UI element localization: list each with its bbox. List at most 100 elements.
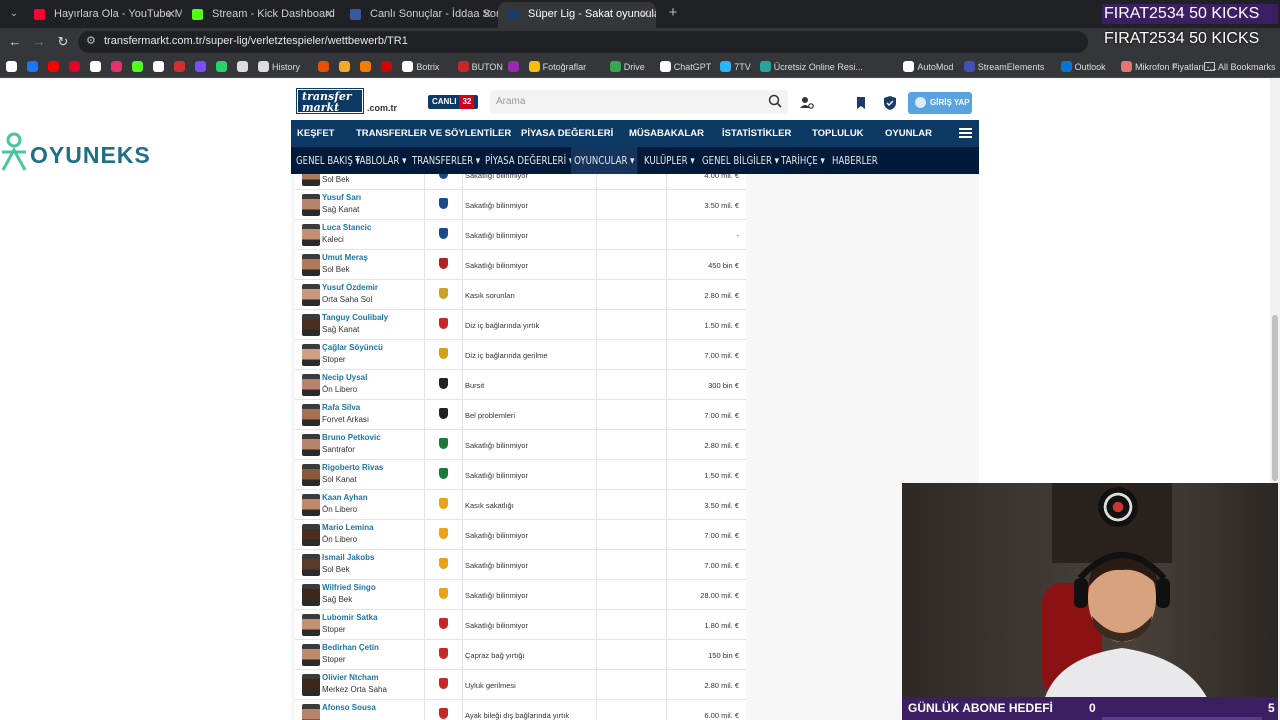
player-photo[interactable] bbox=[302, 224, 320, 246]
bookmark-item[interactable] bbox=[339, 60, 353, 74]
bookmark-item[interactable]: BUTON bbox=[457, 60, 503, 74]
club-crest-icon[interactable] bbox=[439, 258, 448, 269]
bookmark-item[interactable] bbox=[360, 60, 374, 74]
bookmark-item[interactable] bbox=[153, 60, 167, 74]
sub-nav-item[interactable]: GENEL BİLGİLER ▾ bbox=[702, 147, 779, 174]
main-nav-item[interactable]: PİYASA DEĞERLERİ bbox=[521, 120, 613, 147]
new-tab-button[interactable]: + bbox=[664, 4, 682, 22]
player-photo[interactable] bbox=[302, 584, 320, 606]
player-name-link[interactable]: Bedirhan Çetin bbox=[322, 643, 379, 652]
club-crest-icon[interactable] bbox=[439, 648, 448, 659]
live-scores-button[interactable]: CANLI 32 bbox=[428, 95, 479, 109]
search-icon[interactable] bbox=[768, 94, 782, 108]
main-nav-item[interactable]: KEŞFET bbox=[297, 120, 334, 147]
player-name-link[interactable]: Ismail Jakobs bbox=[322, 553, 374, 562]
player-photo[interactable] bbox=[302, 704, 320, 720]
player-photo[interactable] bbox=[302, 614, 320, 636]
player-photo[interactable] bbox=[302, 254, 320, 276]
sub-nav-item[interactable]: HABERLER bbox=[832, 147, 878, 174]
player-photo[interactable] bbox=[302, 174, 320, 186]
player-photo[interactable] bbox=[302, 464, 320, 486]
player-photo[interactable] bbox=[302, 434, 320, 456]
close-tab-icon[interactable]: ✕ bbox=[324, 2, 334, 26]
bookmark-item[interactable]: StreamElements bbox=[963, 60, 1044, 74]
menu-icon[interactable] bbox=[959, 128, 972, 138]
browser-tab[interactable]: Süper Lig - Sakat oyuncular | Transferma… bbox=[498, 2, 656, 28]
player-name-link[interactable]: Luca Stancic bbox=[322, 223, 371, 232]
bookmark-item[interactable]: Drive bbox=[609, 60, 645, 74]
user-search-icon[interactable] bbox=[799, 95, 815, 111]
browser-tab[interactable]: Canlı Sonuçlar - İddaa Sonuçları✕ bbox=[340, 2, 498, 28]
back-button[interactable]: ← bbox=[6, 33, 24, 51]
club-crest-icon[interactable] bbox=[439, 498, 448, 509]
bookmark-item[interactable] bbox=[195, 60, 209, 74]
main-nav-item[interactable]: OYUNLAR bbox=[885, 120, 932, 147]
player-photo[interactable] bbox=[302, 284, 320, 306]
main-nav-item[interactable]: MÜSABAKALAR bbox=[629, 120, 704, 147]
bookmark-item[interactable] bbox=[174, 60, 188, 74]
all-bookmarks-button[interactable]: All Bookmarks bbox=[1204, 60, 1276, 74]
bookmark-item[interactable]: AutoMod bbox=[903, 60, 953, 74]
player-photo[interactable] bbox=[302, 404, 320, 426]
audio-icon[interactable]: ♪ bbox=[155, 2, 160, 26]
player-name-link[interactable]: Tanguy Coulibaly bbox=[322, 313, 388, 322]
sub-nav-item[interactable]: TARİHÇE ▾ bbox=[781, 147, 825, 174]
player-photo[interactable] bbox=[302, 554, 320, 576]
player-photo[interactable] bbox=[302, 674, 320, 696]
club-crest-icon[interactable] bbox=[439, 228, 448, 239]
player-name-link[interactable]: Mario Lemina bbox=[322, 523, 374, 532]
player-photo[interactable] bbox=[302, 494, 320, 516]
bookmark-item[interactable] bbox=[318, 60, 332, 74]
player-photo[interactable] bbox=[302, 194, 320, 216]
tab-search-button[interactable]: ⌄ bbox=[4, 4, 24, 24]
close-tab-icon[interactable]: ✕ bbox=[166, 2, 176, 26]
main-nav-item[interactable]: İSTATİSTİKLER bbox=[722, 120, 791, 147]
sub-nav-item[interactable]: PİYASA DEĞERLERİ ▾ bbox=[485, 147, 573, 174]
bookmark-item[interactable] bbox=[111, 60, 125, 74]
club-crest-icon[interactable] bbox=[439, 438, 448, 449]
site-domain[interactable]: .com.tr bbox=[367, 103, 397, 113]
club-crest-icon[interactable] bbox=[439, 468, 448, 479]
player-name-link[interactable]: Rigoberto Rivas bbox=[322, 463, 383, 472]
player-name-link[interactable]: Yusuf Sarı bbox=[322, 193, 361, 202]
bookmark-item[interactable]: History bbox=[258, 60, 300, 74]
sub-nav-item[interactable]: TRANSFERLER ▾ bbox=[412, 147, 480, 174]
player-name-link[interactable]: Afonso Sousa bbox=[322, 703, 376, 712]
bookmark-item[interactable] bbox=[48, 60, 62, 74]
club-crest-icon[interactable] bbox=[439, 318, 448, 329]
bookmark-item[interactable] bbox=[90, 60, 104, 74]
player-name-link[interactable]: Wilfried Singo bbox=[322, 583, 376, 592]
club-crest-icon[interactable] bbox=[439, 708, 448, 719]
main-nav-item[interactable]: TOPLULUK bbox=[812, 120, 864, 147]
sub-nav-item[interactable]: GENEL BAKIŞ ▾ bbox=[296, 147, 360, 174]
bookmark-item[interactable]: Outlook bbox=[1060, 60, 1106, 74]
player-name-link[interactable]: Kaan Ayhan bbox=[322, 493, 368, 502]
player-name-link[interactable]: Umut Meraş bbox=[322, 253, 368, 262]
club-crest-icon[interactable] bbox=[439, 198, 448, 209]
browser-tab[interactable]: Hayırlara Ola - YouTube Music♪✕ bbox=[24, 2, 182, 28]
club-crest-icon[interactable] bbox=[439, 378, 448, 389]
forward-button[interactable]: → bbox=[30, 33, 48, 51]
reload-button[interactable]: ↻ bbox=[54, 33, 72, 51]
player-name-link[interactable]: Olivier Ntcham bbox=[322, 673, 378, 682]
bookmark-item[interactable] bbox=[507, 60, 522, 74]
site-search-input[interactable]: Arama bbox=[490, 90, 788, 114]
site-info-icon[interactable]: ⚙ bbox=[86, 34, 96, 47]
login-button[interactable]: GİRİŞ YAP bbox=[908, 92, 972, 114]
bookmark-item[interactable] bbox=[27, 60, 41, 74]
club-crest-icon[interactable] bbox=[439, 678, 448, 689]
player-name-link[interactable]: Necip Uysal bbox=[322, 373, 367, 382]
address-bar[interactable]: ⚙ transfermarkt.com.tr/super-lig/verletz… bbox=[78, 31, 1088, 53]
bookmark-item[interactable]: ChatGPT bbox=[659, 60, 711, 74]
player-name-link[interactable]: Lubomir Satka bbox=[322, 613, 378, 622]
browser-tab[interactable]: Stream - Kick Dashboard ✕ bbox=[182, 2, 340, 28]
sub-nav-item[interactable]: TABLOLAR ▾ bbox=[355, 147, 406, 174]
more-bookmarks-icon[interactable]: » bbox=[1172, 60, 1178, 71]
player-photo[interactable] bbox=[302, 314, 320, 336]
bookmark-item[interactable]: 7TV bbox=[720, 60, 751, 74]
player-name-link[interactable]: Rafa Silva bbox=[322, 403, 360, 412]
player-name-link[interactable]: Çağlar Söyüncü bbox=[322, 343, 383, 352]
player-photo[interactable] bbox=[302, 644, 320, 666]
transfermarkt-logo[interactable]: transfer markt bbox=[297, 89, 363, 113]
main-nav-item[interactable]: TRANSFERLER VE SÖYLENTİLER bbox=[356, 120, 511, 147]
